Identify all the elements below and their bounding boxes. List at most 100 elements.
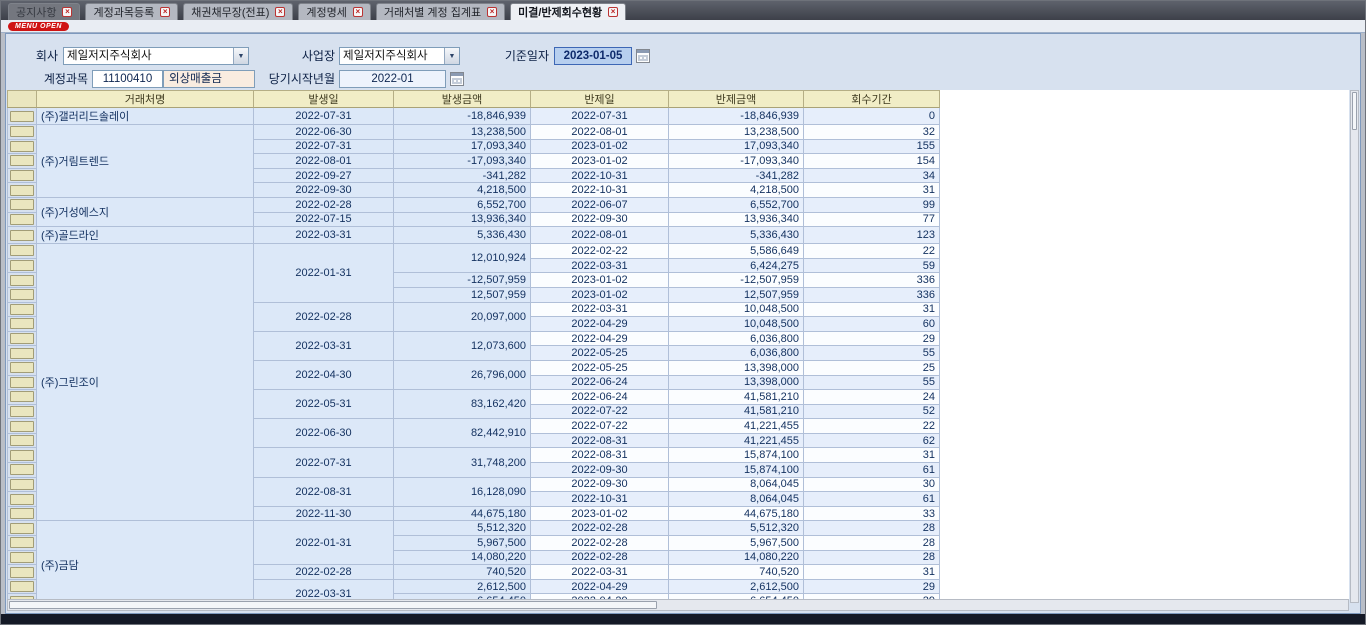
collect-days-cell[interactable]: 29 [804, 580, 940, 595]
row-selector-box[interactable] [10, 362, 34, 373]
tab-close-icon[interactable]: × [487, 7, 497, 17]
collect-days-cell[interactable]: 22 [804, 419, 940, 434]
calendar-icon[interactable] [450, 72, 464, 86]
settle-date-cell[interactable]: 2022-02-22 [531, 244, 669, 259]
settle-date-cell[interactable]: 2022-06-07 [531, 198, 669, 213]
row-selector-box[interactable] [10, 185, 34, 196]
collect-days-cell[interactable]: 33 [804, 507, 940, 522]
collect-days-cell[interactable]: 22 [804, 244, 940, 259]
settle-date-cell[interactable]: 2023-01-02 [531, 288, 669, 303]
row-selector-box[interactable] [10, 377, 34, 388]
row-selector-box[interactable] [10, 581, 34, 592]
occur-amount-cell[interactable]: 17,093,340 [394, 140, 531, 155]
row-selector-box[interactable] [10, 391, 34, 402]
col-header-occur-amount[interactable]: 발생금액 [394, 90, 531, 108]
collect-days-cell[interactable]: 60 [804, 317, 940, 332]
row-selector-box[interactable] [10, 567, 34, 578]
collect-days-cell[interactable]: 31 [804, 183, 940, 198]
tab-account-register[interactable]: 계정과목등록 × [85, 3, 178, 20]
customer-name-cell[interactable]: (주)그린조이 [37, 244, 254, 521]
settle-amount-cell[interactable]: 8,064,045 [669, 492, 804, 507]
row-selector-cell[interactable] [7, 346, 37, 361]
occur-date-cell[interactable]: 2022-03-31 [254, 332, 394, 361]
collect-days-cell[interactable]: 32 [804, 125, 940, 140]
row-selector-cell[interactable] [7, 198, 37, 213]
occur-date-cell[interactable]: 2022-07-31 [254, 140, 394, 155]
row-selector-cell[interactable] [7, 227, 37, 244]
customer-name-cell[interactable]: (주)골드라인 [37, 227, 254, 244]
row-selector-box[interactable] [10, 494, 34, 505]
calendar-icon[interactable] [636, 49, 650, 63]
settle-date-cell[interactable]: 2022-08-01 [531, 227, 669, 244]
customer-name-cell[interactable]: (주)금담 [37, 521, 254, 603]
collect-days-cell[interactable]: 24 [804, 390, 940, 405]
row-selector-box[interactable] [10, 464, 34, 475]
menu-open-button[interactable]: MENU OPEN [8, 22, 69, 31]
settle-amount-cell[interactable]: 5,336,430 [669, 227, 804, 244]
collect-days-cell[interactable]: 31 [804, 565, 940, 580]
collect-days-cell[interactable]: 34 [804, 169, 940, 184]
row-selector-cell[interactable] [7, 521, 37, 536]
row-selector-box[interactable] [10, 318, 34, 329]
settle-date-cell[interactable]: 2022-10-31 [531, 492, 669, 507]
collect-days-cell[interactable]: 123 [804, 227, 940, 244]
collect-days-cell[interactable]: 31 [804, 303, 940, 318]
collect-days-cell[interactable]: 52 [804, 405, 940, 420]
settle-amount-cell[interactable]: -18,846,939 [669, 108, 804, 125]
row-selector-cell[interactable] [7, 448, 37, 463]
collect-days-cell[interactable]: 25 [804, 361, 940, 376]
row-selector-box[interactable] [10, 230, 34, 241]
tab-account-detail[interactable]: 계정명세 × [298, 3, 370, 20]
occur-amount-cell[interactable]: 6,552,700 [394, 198, 531, 213]
occur-date-cell[interactable]: 2022-02-28 [254, 565, 394, 580]
collect-days-cell[interactable]: 336 [804, 288, 940, 303]
occur-date-cell[interactable]: 2022-07-31 [254, 448, 394, 477]
settle-date-cell[interactable]: 2022-05-25 [531, 361, 669, 376]
row-selector-box[interactable] [10, 479, 34, 490]
row-selector-box[interactable] [10, 214, 34, 225]
collect-days-cell[interactable]: 55 [804, 346, 940, 361]
row-selector-box[interactable] [10, 450, 34, 461]
settle-date-cell[interactable]: 2022-06-24 [531, 376, 669, 391]
row-selector-box[interactable] [10, 260, 34, 271]
row-selector-box[interactable] [10, 141, 34, 152]
collect-days-cell[interactable]: 62 [804, 434, 940, 449]
occur-amount-cell[interactable]: 20,097,000 [394, 303, 531, 332]
occur-amount-cell[interactable]: 16,128,090 [394, 478, 531, 507]
occur-date-cell[interactable]: 2022-08-31 [254, 478, 394, 507]
settle-date-cell[interactable]: 2022-09-30 [531, 478, 669, 493]
settle-amount-cell[interactable]: 41,221,455 [669, 434, 804, 449]
settle-amount-cell[interactable]: 13,936,340 [669, 213, 804, 228]
collect-days-cell[interactable]: 59 [804, 259, 940, 274]
row-selector-box[interactable] [10, 406, 34, 417]
settle-amount-cell[interactable]: 6,036,800 [669, 346, 804, 361]
occur-amount-cell[interactable]: -341,282 [394, 169, 531, 184]
row-selector-box[interactable] [10, 435, 34, 446]
settle-amount-cell[interactable]: 15,874,100 [669, 463, 804, 478]
occur-date-cell[interactable]: 2022-02-28 [254, 198, 394, 213]
settle-date-cell[interactable]: 2022-08-01 [531, 125, 669, 140]
base-date-input[interactable]: 2023-01-05 [554, 47, 632, 65]
settle-amount-cell[interactable]: -17,093,340 [669, 154, 804, 169]
settle-date-cell[interactable]: 2022-10-31 [531, 183, 669, 198]
col-header-collect-days[interactable]: 회수기간 [804, 90, 940, 108]
occur-date-cell[interactable]: 2022-07-31 [254, 108, 394, 125]
settle-amount-cell[interactable]: 41,581,210 [669, 390, 804, 405]
row-selector-cell[interactable] [7, 169, 37, 184]
occur-amount-cell[interactable]: 13,936,340 [394, 213, 531, 228]
settle-date-cell[interactable]: 2022-02-28 [531, 551, 669, 566]
occur-amount-cell[interactable]: -18,846,939 [394, 108, 531, 125]
col-header-settle-date[interactable]: 반제일 [531, 90, 669, 108]
row-selector-box[interactable] [10, 552, 34, 563]
settle-amount-cell[interactable]: 740,520 [669, 565, 804, 580]
occur-amount-cell[interactable]: 13,238,500 [394, 125, 531, 140]
collect-days-cell[interactable]: 155 [804, 140, 940, 155]
row-selector-cell[interactable] [7, 565, 37, 580]
settle-date-cell[interactable]: 2022-03-31 [531, 259, 669, 274]
row-selector-cell[interactable] [7, 434, 37, 449]
row-selector-cell[interactable] [7, 125, 37, 140]
row-selector-box[interactable] [10, 523, 34, 534]
row-selector-box[interactable] [10, 421, 34, 432]
collect-days-cell[interactable]: 61 [804, 463, 940, 478]
horizontal-scrollbar[interactable] [7, 599, 1349, 611]
